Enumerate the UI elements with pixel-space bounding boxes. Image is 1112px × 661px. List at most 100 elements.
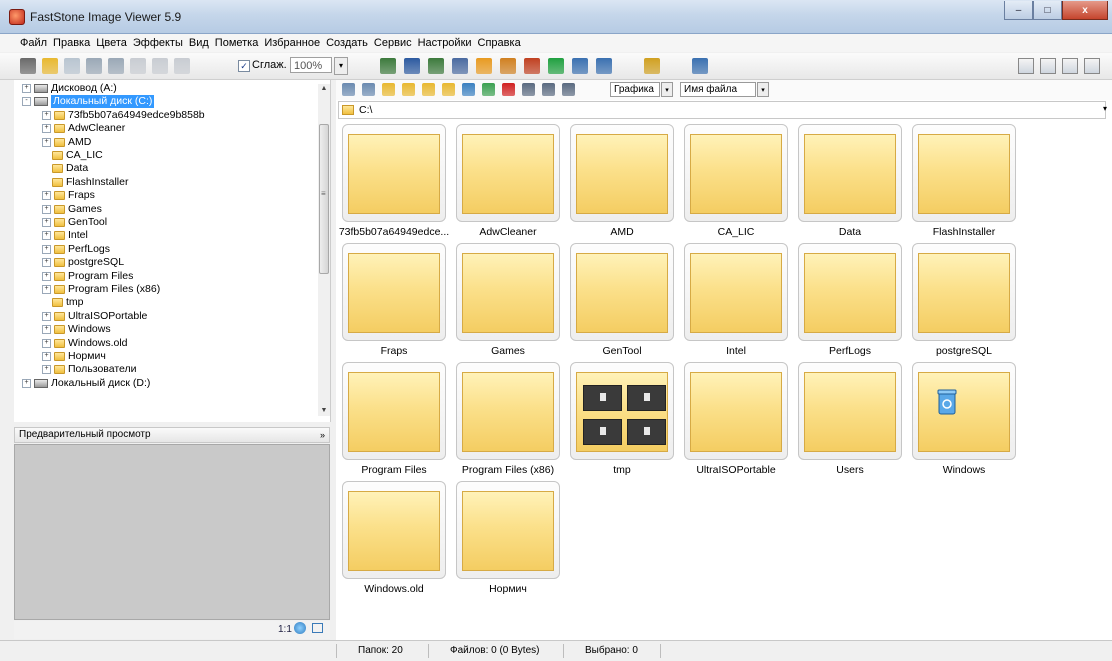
tree-expander-icon[interactable]: + [42,325,51,335]
folder-thumbnail[interactable]: AdwCleaner [456,124,560,238]
details-view-icon[interactable] [562,83,575,96]
tree-expander-icon[interactable]: + [42,285,51,294]
tree-expander-icon[interactable]: + [42,218,51,227]
tree-expander-icon[interactable]: + [42,338,51,348]
person-icon[interactable] [500,58,516,74]
tree-expander-icon[interactable]: + [42,137,51,147]
screen-capture-icon[interactable] [692,58,708,74]
path-bar[interactable]: C:\ ▾ [338,101,1107,119]
tree-folder-item[interactable]: + Fraps [42,189,95,202]
tree-expander-icon[interactable] [42,165,49,172]
collapse-icon[interactable]: » [320,428,325,442]
menu-item-3[interactable]: Эффекты [133,37,187,49]
tree-expander-icon[interactable]: + [42,365,51,375]
zoom-combo[interactable]: 100% [290,57,332,73]
folder-thumbnail[interactable]: Program Files [342,362,446,476]
draw-icon[interactable] [620,58,636,74]
folder-thumbnail[interactable]: tmp [570,362,674,476]
folder-thumbnail[interactable]: Fraps [342,243,446,357]
fit-icon[interactable] [294,622,306,634]
menu-item-5[interactable]: Пометка [215,37,263,49]
tree-folder-item[interactable]: + Нормич [42,350,106,363]
tree-drive-item[interactable]: + Локальный диск (D:) [22,377,150,390]
hand-tool-icon[interactable] [356,58,372,74]
copy-to-icon[interactable] [462,83,475,96]
tree-expander-icon[interactable] [42,299,49,306]
favorite-folder-icon[interactable] [402,83,415,96]
tree-folder-item[interactable]: CA_LIC [42,149,103,162]
tree-folder-item[interactable]: + Пользователи [42,363,137,376]
fullscreen-icon[interactable] [312,623,323,633]
open-folder-icon[interactable] [42,58,58,74]
tree-expander-icon[interactable]: + [42,311,51,321]
folder-thumbnail[interactable]: Users [798,362,902,476]
desktop-folder-icon[interactable] [442,83,455,96]
up-folder-icon[interactable] [382,83,395,96]
tree-folder-item[interactable]: + Windows [42,323,111,336]
tree-folder-item[interactable]: + Windows.old [42,337,128,350]
rotate-icon[interactable] [452,58,468,74]
sort-field-dropdown-icon[interactable]: ▾ [757,82,769,97]
fit-window-icon[interactable] [174,58,190,74]
smooth-checkbox[interactable]: ✓ [238,60,250,72]
slideshow-icon[interactable] [572,58,588,74]
folder-thumbnail[interactable]: Windows [912,362,1016,476]
small-thumbs-icon[interactable] [542,83,555,96]
crop-icon[interactable] [404,58,420,74]
thumb-view-icon[interactable] [1018,58,1034,74]
tree-folder-item[interactable]: + postgreSQL [42,256,124,269]
folder-thumbnail[interactable]: FlashInstaller [912,124,1016,238]
tree-folder-item[interactable]: FlashInstaller [42,176,128,189]
preview-header[interactable]: Предварительный просмотр » [14,427,330,443]
menu-item-6[interactable]: Избранное [264,37,324,49]
fullscreen-view-icon[interactable] [1062,58,1078,74]
folder-thumbnail[interactable]: AMD [570,124,674,238]
tree-folder-item[interactable]: + Games [42,203,102,216]
tree-folder-item[interactable]: + Intel [42,229,88,242]
folder-tree[interactable]: + Дисковод (A:) - Локальный диск (C:) +73fb5… [14,80,331,422]
tree-scrollbar[interactable]: ▲ ≡ ▼ [318,84,330,416]
back-icon[interactable] [342,83,355,96]
actual-size-button[interactable]: 1:1 [278,624,292,635]
tree-expander-icon[interactable]: + [42,271,51,281]
effects-icon[interactable] [476,58,492,74]
email-icon[interactable] [644,58,660,74]
scroll-down-icon[interactable]: ▼ [318,406,330,416]
delete-icon[interactable] [502,83,515,96]
tree-expander-icon[interactable]: + [42,124,51,134]
tree-expander-icon[interactable]: + [42,110,51,120]
menu-item-7[interactable]: Создать [326,37,372,49]
tree-folder-item[interactable]: + Program Files [42,270,133,283]
export-icon[interactable] [108,58,124,74]
sort-type-combo[interactable]: Графика [610,82,660,97]
zoom-dropdown-icon[interactable]: ▾ [334,57,348,75]
save-icon[interactable] [64,58,80,74]
tree-folder-item[interactable]: + GenTool [42,216,107,229]
tree-drive-item[interactable]: + Дисковод (A:) [22,82,117,95]
tree-folder-item[interactable]: + AdwCleaner [42,122,125,135]
scroll-up-icon[interactable]: ▲ [318,84,330,94]
new-folder-icon[interactable] [422,83,435,96]
tree-expander-icon[interactable]: + [22,84,31,93]
tree-expander-icon[interactable] [42,179,49,186]
tree-folder-item[interactable]: Data [42,162,88,175]
color-adjust-icon[interactable] [428,58,444,74]
folder-thumbnail[interactable]: postgreSQL [912,243,1016,357]
path-dropdown-icon[interactable]: ▾ [1103,104,1107,113]
tree-folder-item[interactable]: tmp [42,296,84,309]
camera-icon[interactable] [20,58,36,74]
menu-item-9[interactable]: Настройки [418,37,476,49]
tree-expander-icon[interactable]: + [42,191,51,201]
folder-thumbnail[interactable]: CA_LIC [684,124,788,238]
tree-expander-icon[interactable]: - [22,97,31,107]
tree-expander-icon[interactable] [42,152,49,159]
folder-thumbnail[interactable]: Windows.old [342,481,446,595]
close-button[interactable]: x [1062,1,1108,20]
menu-item-8[interactable]: Сервис [374,37,416,49]
folder-thumbnail[interactable]: GenTool [570,243,674,357]
tree-expander-icon[interactable]: + [42,231,51,241]
filmstrip-view-icon[interactable] [1040,58,1056,74]
path-text[interactable]: C:\ [359,104,372,116]
dual-view-icon[interactable] [1084,58,1100,74]
save-as-icon[interactable] [86,58,102,74]
